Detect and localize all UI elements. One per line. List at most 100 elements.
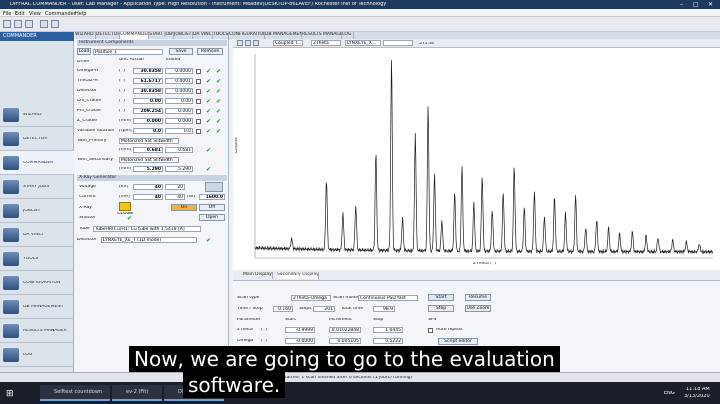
rotation-edited[interactable]: 0.0 bbox=[165, 128, 193, 134]
chi-edited[interactable]: 0.00 bbox=[165, 98, 193, 104]
sidebar-item-wizard[interactable]: WIZARD bbox=[0, 103, 74, 127]
sidebar-item-db-management[interactable]: DB MANAGEMENT bbox=[0, 295, 74, 319]
steps-input[interactable]: 201 bbox=[313, 306, 335, 312]
xray-off-button[interactable]: Off bbox=[199, 204, 225, 211]
save-button[interactable]: Save bbox=[169, 48, 193, 55]
xray-on-button[interactable]: On bbox=[171, 204, 197, 211]
save-icon[interactable] bbox=[25, 20, 33, 28]
tab-configuration[interactable]: CONFIGURATION bbox=[229, 32, 265, 39]
voltage-set[interactable]: 20 bbox=[165, 184, 185, 190]
tab-start-jobs[interactable]: START JOBS bbox=[149, 32, 174, 39]
detector-select[interactable]: LYNXEYE_XE_T (1D mode) bbox=[101, 237, 197, 243]
theta2-edited[interactable]: 0.0001 bbox=[165, 78, 193, 84]
task-selftest[interactable]: Selftest countdown bbox=[40, 385, 110, 401]
detector-mode-select[interactable]: LYNXEYE_X... bbox=[345, 40, 381, 46]
apply-check-icon[interactable]: ✔ bbox=[206, 99, 212, 105]
load-button[interactable]: Load bbox=[77, 48, 91, 55]
apply-check-icon[interactable]: ✔ bbox=[216, 69, 222, 75]
sidebar-item-log[interactable]: LOG bbox=[0, 343, 74, 367]
apply-check-icon[interactable]: ✔ bbox=[206, 238, 212, 244]
apply-check-icon[interactable]: ✔ bbox=[206, 79, 212, 85]
detector-edited[interactable]: 0.0000 bbox=[165, 88, 193, 94]
stop-button[interactable]: Stop bbox=[428, 305, 454, 312]
apply-check-icon[interactable]: ✔ bbox=[216, 109, 222, 115]
current-set[interactable]: 40 bbox=[165, 194, 185, 200]
sidebar-item-tools[interactable]: TOOLS bbox=[0, 247, 74, 271]
new-icon[interactable] bbox=[3, 20, 11, 28]
start-button[interactable]: Start bbox=[428, 294, 454, 301]
tube-select[interactable]: TubeHR(Cu)H1: Cu tube with 1.5418 [Å] bbox=[93, 226, 201, 232]
clock-date[interactable]: 3/13/2020 bbox=[684, 394, 710, 399]
twin-secondary-edited[interactable]: 5.290 bbox=[165, 166, 193, 172]
maximize-button[interactable]: □ bbox=[693, 1, 699, 8]
scan-type-select[interactable]: 2Theta-Omega bbox=[291, 295, 331, 301]
minimize-button[interactable]: – bbox=[680, 1, 683, 8]
close-button[interactable]: ✕ bbox=[708, 1, 713, 8]
theta-stop-input[interactable]: 1.0445 bbox=[373, 327, 403, 333]
apply-check-icon[interactable]: ✔ bbox=[216, 89, 222, 95]
tab-tools[interactable]: TOOLS bbox=[213, 32, 229, 39]
time-step-input[interactable]: 0.160 bbox=[273, 306, 293, 312]
tab-log[interactable]: LOG bbox=[342, 32, 354, 39]
tab-main-display[interactable]: Main Display bbox=[243, 272, 273, 279]
apply-check-icon[interactable]: ✔ bbox=[206, 109, 212, 115]
axis-select[interactable]: 2Theta bbox=[311, 40, 341, 46]
sidebar-item-da-vinci[interactable]: DA VINCI bbox=[0, 223, 74, 247]
forward-icon[interactable] bbox=[245, 40, 251, 46]
sidebar-item-results-manager[interactable]: RESULTS MANAGER bbox=[0, 319, 74, 343]
clock-time[interactable]: 11:18 AM bbox=[686, 387, 710, 392]
language-indicator[interactable]: ENG bbox=[664, 391, 675, 396]
use-zoom-button[interactable]: Use Zoom bbox=[465, 305, 491, 312]
theta-increment-input[interactable]: 0.01022848 bbox=[329, 327, 361, 333]
apply-check-icon[interactable]: ✔ bbox=[206, 148, 212, 154]
header-empty-field[interactable] bbox=[383, 40, 413, 46]
print-icon[interactable] bbox=[40, 20, 48, 28]
resume-button[interactable]: Resume bbox=[465, 294, 491, 301]
apply-check-icon[interactable]: ✔ bbox=[206, 167, 212, 173]
twin-primary-mode-select[interactable]: Motorized Slit Slitwidth bbox=[119, 138, 179, 144]
settings-icon[interactable] bbox=[51, 20, 59, 28]
sidebar-item-start-jobs[interactable]: START JOBS bbox=[0, 175, 74, 199]
sidebar-item-joblist[interactable]: JOBLIST bbox=[0, 199, 74, 223]
detector-checkbox[interactable] bbox=[196, 89, 201, 94]
omega-edited[interactable]: 0.0000 bbox=[165, 68, 193, 74]
tab-results-manager[interactable]: RESULTS MANAGER bbox=[302, 32, 342, 39]
apply-check-icon[interactable]: ✔ bbox=[206, 89, 212, 95]
apply-check-icon[interactable]: ✔ bbox=[216, 119, 222, 125]
twin-primary-edited[interactable]: 0.681 bbox=[165, 147, 193, 153]
apply-check-icon[interactable]: ✔ bbox=[206, 129, 212, 135]
sidebar-item-configuration[interactable]: CONFIGURATION bbox=[0, 271, 74, 295]
tab-detector[interactable]: DETECTOR bbox=[96, 32, 120, 39]
open-icon[interactable] bbox=[14, 20, 22, 28]
tab-wizard[interactable]: WIZARD bbox=[75, 32, 96, 39]
scan-mode-select[interactable]: Continuous PSD fast bbox=[358, 295, 418, 301]
apply-check-icon[interactable]: ✔ bbox=[206, 119, 212, 125]
tab-secondary-display[interactable]: Secondary Display bbox=[277, 272, 319, 279]
theta2-checkbox[interactable] bbox=[196, 79, 201, 84]
back-icon[interactable] bbox=[237, 40, 243, 46]
sidebar-item-detector[interactable]: DETECTOR bbox=[0, 127, 74, 151]
apply-check-icon[interactable]: ✔ bbox=[216, 79, 222, 85]
shutter-open-button[interactable]: Open bbox=[199, 214, 225, 221]
z-checkbox[interactable] bbox=[196, 119, 201, 124]
zoom-icon[interactable] bbox=[253, 40, 259, 46]
position-select[interactable]: Position 1 bbox=[93, 49, 163, 55]
apply-check-icon[interactable]: ✔ bbox=[216, 129, 222, 135]
tab-commander[interactable]: COMMANDER bbox=[120, 32, 149, 39]
windows-start-icon[interactable]: ⊞ bbox=[6, 389, 14, 399]
z-edited[interactable]: 0.000 bbox=[165, 118, 193, 124]
apply-check-icon[interactable]: ✔ bbox=[216, 99, 222, 105]
auto-repeat-checkbox[interactable] bbox=[428, 328, 433, 333]
omega-checkbox[interactable] bbox=[196, 69, 201, 74]
rotation-checkbox[interactable] bbox=[196, 129, 201, 134]
phi-checkbox[interactable] bbox=[196, 109, 201, 114]
remove-button[interactable]: Remove bbox=[197, 48, 223, 55]
twin-secondary-mode-select[interactable]: Motorized Slit Slitwidth bbox=[119, 157, 179, 163]
scan-kind-select[interactable]: Coupled T... bbox=[273, 40, 303, 46]
tab-joblist[interactable]: JOBLIST bbox=[174, 32, 193, 39]
sidebar-item-commander[interactable]: COMMANDER bbox=[0, 151, 74, 175]
chi-checkbox[interactable] bbox=[196, 99, 201, 104]
theta-start-input[interactable]: -0.9999 bbox=[285, 327, 315, 333]
phi-edited[interactable]: 0.000 bbox=[165, 108, 193, 114]
tab-db-management[interactable]: DB MANAGEMENT bbox=[265, 32, 302, 39]
